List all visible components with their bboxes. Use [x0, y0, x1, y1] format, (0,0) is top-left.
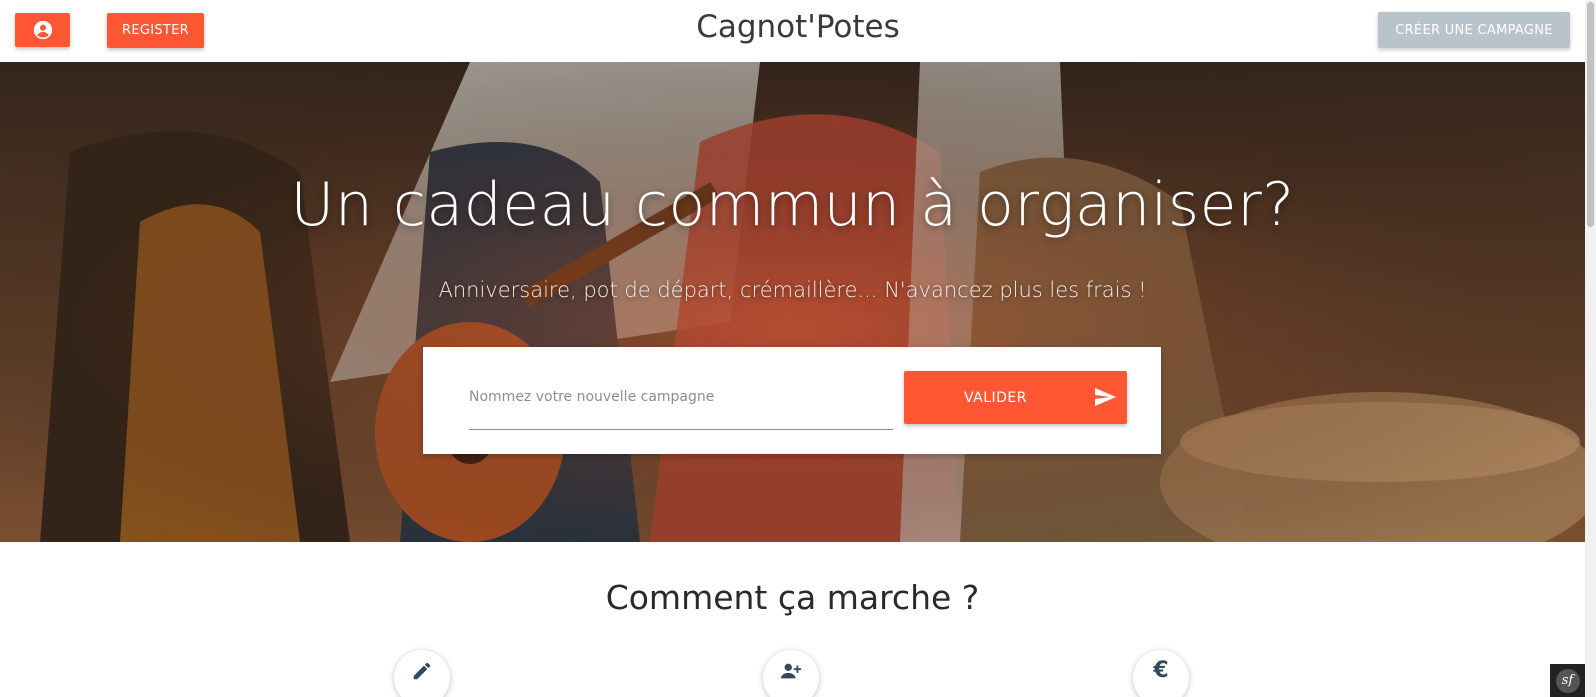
- page-scrollbar[interactable]: [1585, 0, 1596, 697]
- register-button-label: REGISTER: [122, 23, 189, 38]
- new-campaign-form: VALIDER: [423, 347, 1161, 454]
- create-campaign-button[interactable]: CRÉER UNE CAMPAGNE: [1378, 12, 1570, 48]
- symfony-icon: sf: [1555, 668, 1580, 693]
- create-campaign-label: CRÉER UNE CAMPAGNE: [1395, 22, 1553, 38]
- scrollbar-thumb[interactable]: [1587, 2, 1594, 227]
- step-create: [394, 650, 450, 697]
- campaign-name-field: [469, 380, 893, 430]
- pencil-icon: [413, 662, 431, 680]
- account-circle-icon: [33, 20, 52, 40]
- symfony-toolbar-toggle[interactable]: sf: [1550, 664, 1585, 697]
- euro-icon: €: [1153, 658, 1169, 683]
- validate-button[interactable]: VALIDER: [904, 371, 1127, 424]
- hero-section: Un cadeau commun à organiser? Anniversai…: [0, 62, 1585, 542]
- register-button[interactable]: REGISTER: [107, 13, 204, 48]
- validate-button-label: VALIDER: [963, 389, 1028, 406]
- top-navbar: REGISTER Cagnot'Potes CRÉER UNE CAMPAGNE: [0, 0, 1580, 62]
- site-logo-title[interactable]: Cagnot'Potes: [696, 9, 900, 45]
- account-button[interactable]: [15, 13, 70, 47]
- hero-subtitle: Anniversaire, pot de départ, crémaillère…: [438, 278, 1147, 302]
- hero-title: Un cadeau commun à organiser?: [290, 170, 1295, 240]
- step-collect: €: [1133, 650, 1189, 697]
- page: REGISTER Cagnot'Potes CRÉER UNE CAMPAGNE: [0, 0, 1596, 697]
- step-invite: [763, 650, 819, 697]
- campaign-name-input[interactable]: [469, 382, 893, 412]
- hero-overlay: [0, 62, 1585, 542]
- how-it-works-title: Comment ça marche ?: [605, 578, 980, 617]
- add-user-icon: [780, 663, 802, 679]
- send-icon: [1095, 388, 1116, 406]
- brand-container: Cagnot'Potes: [0, 9, 1596, 45]
